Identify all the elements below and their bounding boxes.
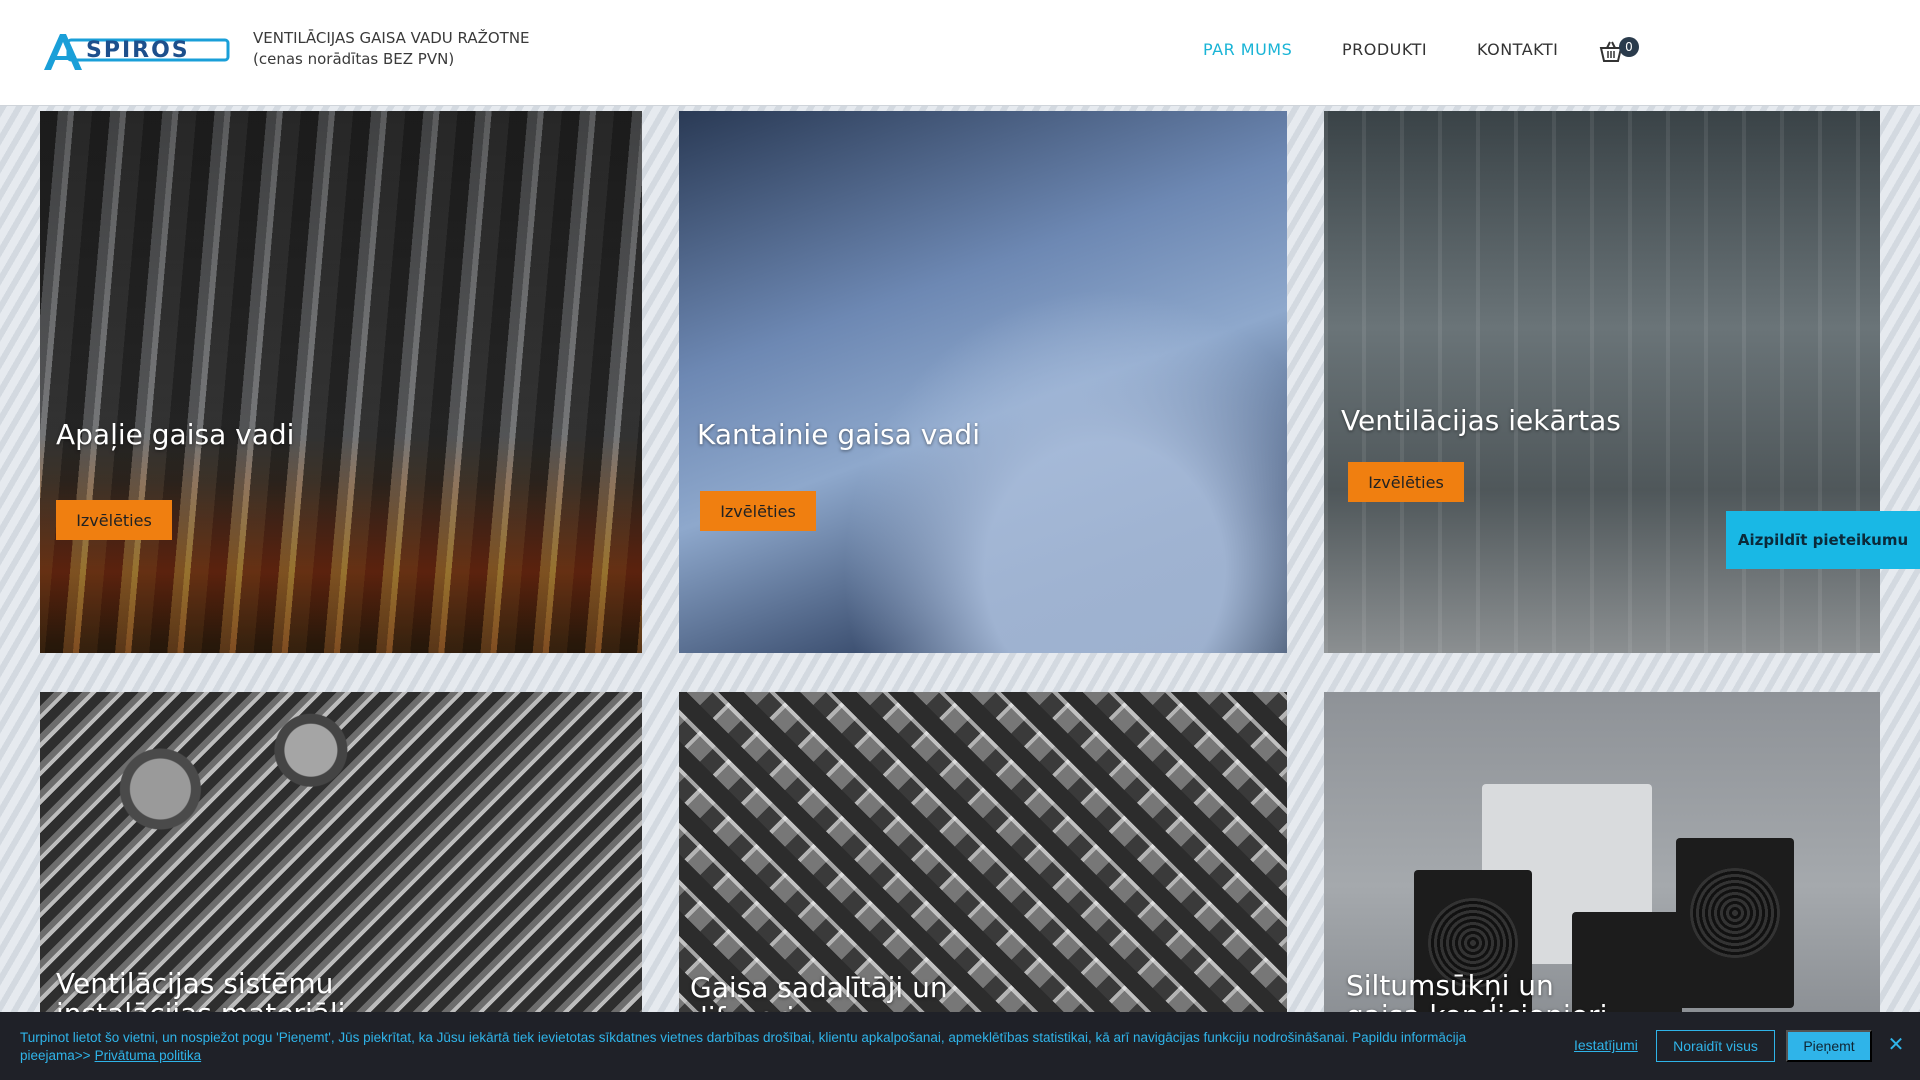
cart-count-badge: 0 <box>1619 37 1639 57</box>
accept-button[interactable]: Pieņemt <box>1786 1030 1872 1062</box>
card-title-line1: Siltumsūkņi un <box>1346 969 1554 1002</box>
header-tagline: VENTILĀCIJAS GAISA VADU RAŽOTNE (cenas n… <box>253 28 530 70</box>
apply-button[interactable]: Aizpildīt pieteikumu <box>1726 511 1920 569</box>
logo[interactable]: SPIROS <box>42 30 232 72</box>
card-title: Kantainie gaisa vadi <box>697 418 980 451</box>
cookie-message: Turpinot lietot šo vietni, un nospiežot … <box>20 1030 1467 1063</box>
category-card-round-ducts[interactable]: Apaļie gaisa vadi Izvēlēties <box>40 111 642 653</box>
select-button[interactable]: Izvēlēties <box>700 491 816 531</box>
select-button[interactable]: Izvēlēties <box>1348 462 1464 502</box>
card-title-line1: Ventilācijas sistēmu <box>56 967 334 1000</box>
card-title-line1: Gaisa sadalītāji un <box>690 971 948 1004</box>
fan-grille <box>1690 868 1780 958</box>
select-button[interactable]: Izvēlēties <box>56 500 172 540</box>
site-header: SPIROS VENTILĀCIJAS GAISA VADU RAŽOTNE (… <box>0 0 1920 106</box>
close-icon[interactable]: ✕ <box>1886 1034 1906 1054</box>
nav-contacts[interactable]: KONTAKTI <box>1477 40 1558 59</box>
svg-text:SPIROS: SPIROS <box>86 38 190 63</box>
card-title: Ventilācijas iekārtas <box>1341 404 1621 437</box>
card-title: Apaļie gaisa vadi <box>56 418 295 451</box>
nav-products[interactable]: PRODUKTI <box>1342 40 1427 59</box>
card-image <box>1324 111 1880 653</box>
card-image <box>679 111 1287 653</box>
cookie-settings-link[interactable]: Iestatījumi <box>1574 1037 1638 1053</box>
privacy-policy-link[interactable]: Privātuma politika <box>95 1048 202 1063</box>
card-image <box>40 111 642 653</box>
category-card-ventilation-units[interactable]: Ventilācijas iekārtas Izvēlēties <box>1324 111 1880 653</box>
reject-all-button[interactable]: Noraidīt visus <box>1656 1030 1775 1062</box>
nav-about[interactable]: PAR MUMS <box>1203 40 1292 59</box>
tagline-line1: VENTILĀCIJAS GAISA VADU RAŽOTNE <box>253 29 530 47</box>
cookie-text: Turpinot lietot šo vietni, un nospiežot … <box>20 1029 1540 1065</box>
category-card-rectangular-ducts[interactable]: Kantainie gaisa vadi Izvēlēties <box>679 111 1287 653</box>
tagline-line2: (cenas norādītas BEZ PVN) <box>253 50 455 68</box>
